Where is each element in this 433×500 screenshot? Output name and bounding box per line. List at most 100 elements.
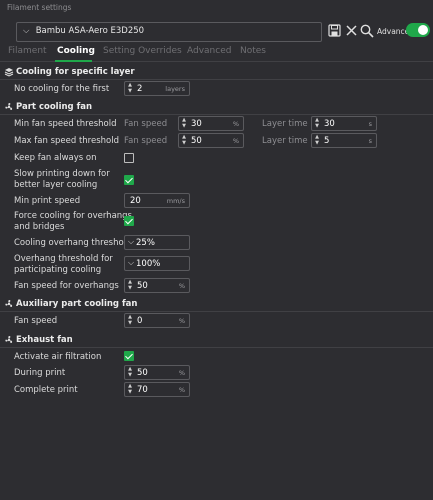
tab-notes[interactable]: Notes bbox=[240, 46, 266, 56]
max-fan-layer-time-input[interactable]: ▲ ▼ 5 s bbox=[311, 133, 377, 148]
slow-down-checkbox[interactable] bbox=[124, 175, 134, 185]
field-value: 30 bbox=[191, 119, 202, 129]
section-exhaust-fan: Exhaust fan bbox=[0, 334, 433, 348]
spinner-icon[interactable]: ▲ ▼ bbox=[127, 82, 133, 94]
overhang-fan-speed-input[interactable]: ▲ ▼ 50 % bbox=[124, 278, 190, 293]
spinner-icon[interactable]: ▲ ▼ bbox=[314, 117, 320, 129]
window-title: Filament settings bbox=[7, 3, 72, 12]
no-cooling-first-label: No cooling for the first bbox=[14, 84, 110, 94]
section-divider bbox=[0, 347, 433, 348]
layer-time-sublabel: Layer time bbox=[262, 119, 308, 129]
min-print-speed-label: Min print speed bbox=[14, 196, 81, 206]
fan-icon bbox=[4, 335, 14, 345]
tab-advanced[interactable]: Advanced bbox=[187, 46, 231, 56]
section-divider bbox=[0, 311, 433, 312]
section-divider bbox=[0, 114, 433, 115]
field-value: 30 bbox=[324, 119, 335, 129]
tab-setting-overrides[interactable]: Setting Overrides bbox=[103, 46, 182, 56]
field-unit: % bbox=[178, 386, 185, 394]
field-value: 50 bbox=[191, 136, 202, 146]
tab-filament[interactable]: Filament bbox=[8, 46, 47, 56]
spinner-icon[interactable]: ▲ ▼ bbox=[314, 134, 320, 146]
save-icon[interactable] bbox=[328, 24, 342, 38]
active-tab-indicator bbox=[55, 60, 92, 62]
overhang-participating-label-line1: Overhang threshold for bbox=[14, 254, 113, 264]
spinner-icon[interactable]: ▲ ▼ bbox=[181, 117, 187, 129]
field-value: 20 bbox=[130, 196, 141, 206]
min-fan-speed-threshold-label: Min fan speed threshold bbox=[14, 119, 117, 129]
field-unit: s bbox=[368, 137, 372, 145]
field-unit: % bbox=[178, 369, 185, 377]
section-title: Part cooling fan bbox=[16, 102, 93, 112]
field-unit: % bbox=[178, 317, 185, 325]
slow-down-label-line1: Slow printing down for bbox=[14, 169, 110, 179]
section-part-cooling-fan: Part cooling fan bbox=[0, 101, 433, 115]
activate-filtration-checkbox[interactable] bbox=[124, 351, 134, 361]
toggle-knob bbox=[418, 25, 428, 35]
keep-fan-on-label: Keep fan always on bbox=[14, 153, 97, 163]
activate-filtration-label: Activate air filtration bbox=[14, 352, 102, 362]
tab-cooling[interactable]: Cooling bbox=[57, 46, 95, 56]
field-unit: mm/s bbox=[166, 197, 185, 205]
preset-dropdown[interactable]: ⌵ Bambu ASA-Aero E3D250 bbox=[16, 22, 322, 42]
preset-bar: ⌵ Bambu ASA-Aero E3D250 Advanced bbox=[0, 18, 433, 46]
keep-fan-on-checkbox[interactable] bbox=[124, 153, 134, 163]
field-value: 50 bbox=[137, 281, 148, 291]
aux-fan-speed-input[interactable]: ▲ ▼ 0 % bbox=[124, 313, 190, 328]
chevron-down-icon: ⌵ bbox=[128, 237, 135, 246]
fan-icon bbox=[4, 102, 14, 112]
force-cooling-label-line2: and bridges bbox=[14, 222, 65, 232]
field-unit: layers bbox=[165, 85, 185, 93]
complete-print-input[interactable]: ▲ ▼ 70 % bbox=[124, 382, 190, 397]
spinner-icon[interactable]: ▲ ▼ bbox=[127, 314, 133, 326]
chevron-down-icon: ⌵ bbox=[128, 258, 135, 267]
fan-speed-sublabel: Fan speed bbox=[124, 119, 168, 129]
search-icon[interactable] bbox=[360, 24, 374, 38]
max-fan-speed-threshold-label: Max fan speed threshold bbox=[14, 136, 119, 146]
field-value: 25% bbox=[136, 238, 155, 248]
min-print-speed-input[interactable]: 20 mm/s bbox=[124, 193, 190, 208]
overhang-fan-speed-label: Fan speed for overhangs bbox=[14, 281, 119, 291]
no-cooling-first-input[interactable]: ▲ ▼ 2 layers bbox=[124, 81, 190, 96]
complete-print-label: Complete print bbox=[14, 385, 78, 395]
section-title: Exhaust fan bbox=[16, 335, 73, 345]
spinner-icon[interactable]: ▲ ▼ bbox=[127, 366, 133, 378]
spinner-icon[interactable]: ▲ ▼ bbox=[127, 279, 133, 291]
section-divider bbox=[0, 79, 433, 80]
overhang-threshold-dropdown[interactable]: ⌵ 25% bbox=[124, 235, 190, 250]
spinner-icon[interactable]: ▲ ▼ bbox=[127, 383, 133, 395]
close-icon[interactable] bbox=[345, 24, 359, 38]
field-value: 70 bbox=[137, 385, 148, 395]
field-value: 50 bbox=[137, 368, 148, 378]
section-title: Auxiliary part cooling fan bbox=[16, 299, 138, 309]
field-unit: s bbox=[368, 120, 372, 128]
fan-speed-sublabel: Fan speed bbox=[124, 136, 168, 146]
overhang-threshold-label: Cooling overhang threshold bbox=[14, 238, 132, 248]
min-fan-speed-input[interactable]: ▲ ▼ 30 % bbox=[178, 116, 244, 131]
spinner-icon[interactable]: ▲ ▼ bbox=[181, 134, 187, 146]
max-fan-speed-input[interactable]: ▲ ▼ 50 % bbox=[178, 133, 244, 148]
aux-fan-speed-label: Fan speed bbox=[14, 316, 58, 326]
during-print-input[interactable]: ▲ ▼ 50 % bbox=[124, 365, 190, 380]
overhang-participating-label-line2: participating cooling bbox=[14, 265, 102, 275]
section-cooling-layer: Cooling for specific layer bbox=[0, 66, 433, 80]
preset-name: Bambu ASA-Aero E3D250 bbox=[35, 26, 145, 36]
tab-bar: Filament Cooling Setting Overrides Advan… bbox=[0, 44, 433, 62]
during-print-label: During print bbox=[14, 368, 66, 378]
force-cooling-label-line1: Force cooling for overhangs bbox=[14, 211, 132, 221]
field-value: 0 bbox=[137, 316, 143, 326]
overhang-participating-dropdown[interactable]: ⌵ 100% bbox=[124, 256, 190, 271]
field-unit: % bbox=[232, 137, 239, 145]
field-unit: % bbox=[178, 282, 185, 290]
field-unit: % bbox=[232, 120, 239, 128]
section-auxiliary-fan: Auxiliary part cooling fan bbox=[0, 298, 433, 312]
field-value: 2 bbox=[137, 84, 143, 94]
section-title: Cooling for specific layer bbox=[16, 67, 135, 77]
force-cooling-checkbox[interactable] bbox=[124, 216, 134, 226]
layers-icon bbox=[4, 67, 14, 77]
chevron-down-icon: ⌵ bbox=[23, 26, 30, 36]
min-fan-layer-time-input[interactable]: ▲ ▼ 30 s bbox=[311, 116, 377, 131]
field-value: 5 bbox=[324, 136, 330, 146]
slow-down-label-line2: better layer cooling bbox=[14, 180, 98, 190]
advanced-toggle[interactable] bbox=[406, 23, 430, 37]
